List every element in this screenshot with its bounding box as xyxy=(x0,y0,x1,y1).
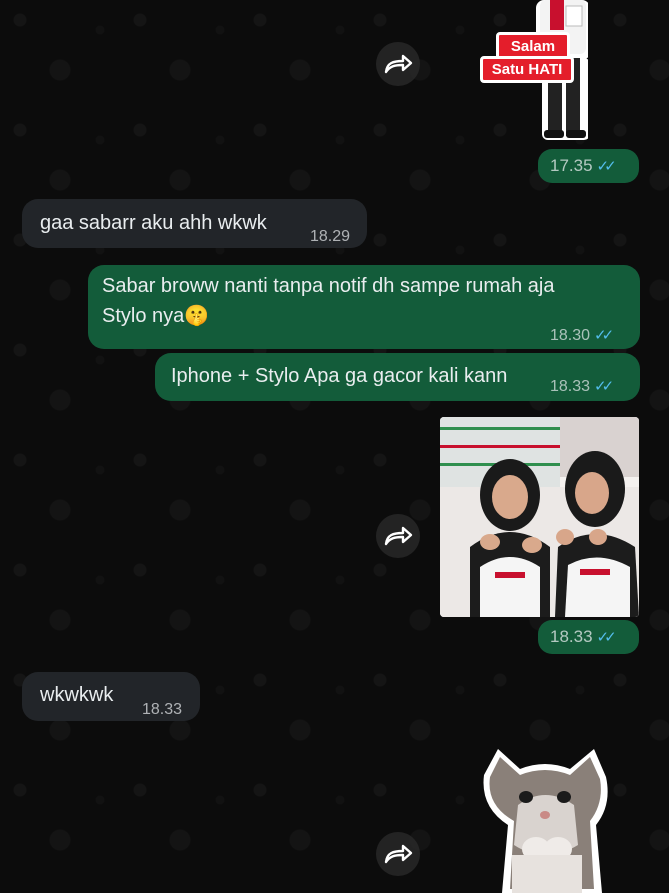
chat-background: Salam Satu HATI 17.35 ✓✓ gaa sabarr aku a… xyxy=(0,0,669,893)
sticker-text-line2: Satu HATI xyxy=(491,61,563,78)
forward-button[interactable] xyxy=(376,832,420,876)
forward-button[interactable] xyxy=(376,42,420,86)
forward-arrow-icon xyxy=(384,54,413,74)
sticker-salam-satu-hati[interactable]: Salam Satu HATI xyxy=(478,0,590,140)
timestamp-text: 17.35 xyxy=(550,156,593,175)
photo-timestamp: 18.33 ✓✓ xyxy=(538,620,639,654)
sticker-text-line1: Salam xyxy=(510,38,556,55)
read-receipt-icon: ✓✓ xyxy=(596,629,617,646)
read-receipt-icon: ✓✓ xyxy=(596,158,617,175)
incoming-message[interactable]: wkwkwk 18.33 xyxy=(22,672,200,721)
forward-button[interactable] xyxy=(376,514,420,558)
message-line-1: Sabar broww nanti tanpa notif dh sampe r… xyxy=(102,275,555,297)
message-line-2: Stylo nya xyxy=(102,305,185,327)
cat-sticker-illustration xyxy=(483,749,608,893)
message-time: 18.29 xyxy=(310,228,351,245)
forward-arrow-icon xyxy=(384,526,413,546)
message-text: wkwkwk xyxy=(40,684,114,706)
two-women-photo xyxy=(440,417,639,617)
forward-arrow-icon xyxy=(384,844,413,864)
message-text: Sabar broww nanti tanpa notif dh sampe r… xyxy=(102,271,555,331)
message-time: 18.33 ✓✓ xyxy=(550,372,614,402)
message-time: 18.30 ✓✓ xyxy=(550,321,614,351)
message-timestamp: 17.35 ✓✓ xyxy=(538,149,639,183)
outgoing-message[interactable]: Sabar broww nanti tanpa notif dh sampe r… xyxy=(88,265,640,349)
timestamp-text: 18.33 xyxy=(550,627,593,646)
message-text: Iphone + Stylo Apa ga gacor kali kann xyxy=(171,365,508,387)
time-text: 18.30 xyxy=(550,327,591,344)
message-time: 18.33 xyxy=(142,701,183,718)
incoming-message[interactable]: gaa sabarr aku ahh wkwk 18.29 xyxy=(22,199,367,248)
cat-sticker[interactable] xyxy=(478,745,613,893)
shushing-emoji: 🤫 xyxy=(184,305,210,327)
read-receipt-icon: ✓✓ xyxy=(594,378,614,395)
time-text: 18.33 xyxy=(550,378,591,395)
read-receipt-icon: ✓✓ xyxy=(594,327,614,344)
message-text: gaa sabarr aku ahh wkwk xyxy=(40,212,267,234)
outgoing-message[interactable]: Iphone + Stylo Apa ga gacor kali kann 18… xyxy=(155,353,640,401)
shared-photo[interactable] xyxy=(440,417,639,617)
